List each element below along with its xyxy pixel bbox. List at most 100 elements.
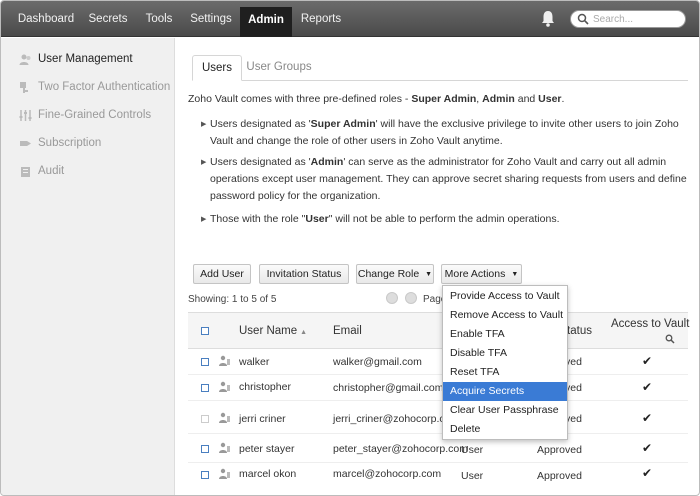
select-all-checkbox[interactable] (201, 327, 209, 335)
intro-end: . (561, 93, 565, 105)
nav-tools[interactable]: Tools (139, 8, 179, 30)
user-name: christopher (239, 381, 291, 393)
bullet-arrow-icon: ▶ (201, 216, 207, 223)
roles-intro: Zoho Vault comes with three pre-defined … (188, 93, 564, 105)
tag-icon (20, 141, 31, 146)
table-row[interactable]: jerri criner jerri_criner@zohocorp.com A… (188, 401, 688, 434)
user-email: marcel@zohocorp.com (333, 468, 442, 480)
column-user-name[interactable]: User Name ▲ (239, 325, 307, 337)
table-row[interactable]: christopher christopher@gmail.com Approv… (188, 375, 688, 401)
table-row[interactable]: peter stayer peter_stayer@zohocorp.com U… (188, 434, 688, 463)
nav-settings[interactable]: Settings (185, 8, 237, 30)
access-check-icon: ✔ (642, 411, 653, 425)
access-check-icon: ✔ (642, 380, 653, 394)
nav-admin[interactable]: Admin (240, 7, 292, 37)
table-row[interactable]: marcel okon marcel@zohocorp.com User App… (188, 463, 688, 489)
role-user: User (538, 93, 562, 105)
first-page-icon[interactable] (386, 292, 398, 304)
user-name: peter stayer (239, 443, 295, 455)
sliders-icon (19, 110, 32, 121)
sidebar-item-label: Two Factor Authentication (38, 81, 171, 93)
tab-users[interactable]: Users (192, 55, 242, 81)
bullet-arrow-icon: ▶ (201, 121, 207, 128)
sidebar-item-label: Audit (38, 165, 65, 177)
row-checkbox[interactable] (201, 384, 209, 392)
showing-count: Showing: 1 to 5 of 5 (188, 294, 277, 305)
sidebar-item-label: Fine-Grained Controls (38, 109, 152, 121)
row-checkbox[interactable] (201, 358, 209, 366)
sidebar-item-user-management[interactable]: User Management (1, 48, 175, 72)
sidebar-item-two-factor[interactable]: Two Factor Authentication (1, 76, 175, 100)
user-name: marcel okon (239, 468, 297, 480)
chevron-down-icon: ▼ (425, 271, 433, 278)
change-role-button[interactable]: Change Role ▼ (356, 264, 434, 284)
menu-item-provide-access[interactable]: Provide Access to Vault (443, 287, 567, 306)
menu-item-clear-passphrase[interactable]: Clear User Passphrase (443, 401, 567, 420)
users-icon (19, 54, 31, 65)
column-access-to-vault[interactable]: Access to Vault (611, 318, 689, 330)
row-checkbox[interactable] (201, 471, 209, 479)
intro-text: Zoho Vault comes with three pre-defined … (188, 93, 412, 105)
search-icon (577, 13, 589, 25)
user-status: Approved (537, 444, 582, 456)
row-checkbox (201, 415, 209, 423)
sort-icon: ▲ (300, 329, 308, 336)
role-super-admin: Super Admin (411, 93, 477, 105)
user-icon (219, 381, 230, 392)
user-role: User (461, 470, 484, 482)
search-icon[interactable] (665, 334, 675, 344)
menu-item-reset-tfa[interactable]: Reset TFA (443, 363, 567, 382)
nav-secrets[interactable]: Secrets (83, 8, 133, 30)
sidebar-item-label: Subscription (38, 137, 102, 149)
more-actions-button[interactable]: More Actions ▼ (441, 264, 522, 284)
user-icon (219, 468, 230, 479)
invitation-status-button[interactable]: Invitation Status (259, 264, 349, 284)
menu-item-delete[interactable]: Delete (443, 420, 567, 439)
user-icon (219, 442, 230, 453)
bullet-super-admin: ▶ Users designated as 'Super Admin' will… (201, 116, 691, 150)
menu-item-disable-tfa[interactable]: Disable TFA (443, 344, 567, 363)
menu-item-acquire-secrets[interactable]: Acquire Secrets (443, 382, 567, 401)
add-user-button[interactable]: Add User (193, 264, 251, 284)
access-check-icon: ✔ (642, 441, 653, 455)
user-icon (219, 355, 230, 366)
sidebar-item-audit[interactable]: Audit (1, 160, 175, 184)
menu-item-remove-access[interactable]: Remove Access to Vault (443, 306, 567, 325)
tab-user-groups[interactable]: User Groups (244, 55, 314, 81)
row-checkbox[interactable] (201, 445, 209, 453)
nav-dashboard[interactable]: Dashboard (13, 8, 79, 30)
access-check-icon: ✔ (642, 466, 653, 480)
search-box[interactable] (570, 10, 686, 28)
tab-bar: Users User Groups (192, 55, 688, 81)
top-nav: Dashboard Secrets Tools Settings Admin R… (1, 1, 699, 37)
sidebar-item-label: User Management (38, 53, 133, 65)
access-check-icon: ✔ (642, 354, 653, 368)
bullet-text: " will not be able to perform the admin … (328, 213, 560, 225)
change-role-label: Change Role (357, 268, 420, 280)
user-email: jerri_criner@zohocorp.com (333, 413, 460, 425)
column-label: User Name (239, 325, 298, 337)
user-role: User (461, 444, 484, 456)
key-icon (20, 82, 28, 93)
sidebar: User Management Two Factor Authenticatio… (1, 38, 175, 495)
nav-reports[interactable]: Reports (297, 8, 345, 30)
user-icon (219, 412, 230, 423)
table-header: User Name ▲ Email Status Access to Vault (188, 312, 689, 349)
app-window: Dashboard Secrets Tools Settings Admin R… (0, 0, 700, 496)
previous-page-icon[interactable] (405, 292, 417, 304)
table-row[interactable]: walker walker@gmail.com Approved ✔ (188, 349, 688, 375)
clipboard-icon (21, 167, 30, 177)
user-email: walker@gmail.com (333, 356, 422, 368)
bullet-arrow-icon: ▶ (201, 159, 207, 166)
sidebar-item-subscription[interactable]: Subscription (1, 132, 175, 156)
menu-item-enable-tfa[interactable]: Enable TFA (443, 325, 567, 344)
search-input[interactable] (593, 12, 681, 26)
bell-icon[interactable] (540, 10, 556, 28)
user-email: peter_stayer@zohocorp.com (333, 443, 468, 455)
bullet-role: Admin (310, 156, 344, 168)
user-name: walker (239, 356, 270, 368)
column-email[interactable]: Email (333, 325, 362, 337)
sidebar-item-fine-grained[interactable]: Fine-Grained Controls (1, 104, 175, 128)
user-name: jerri criner (239, 413, 286, 425)
bullet-admin: ▶ Users designated as 'Admin' can serve … (201, 154, 691, 205)
